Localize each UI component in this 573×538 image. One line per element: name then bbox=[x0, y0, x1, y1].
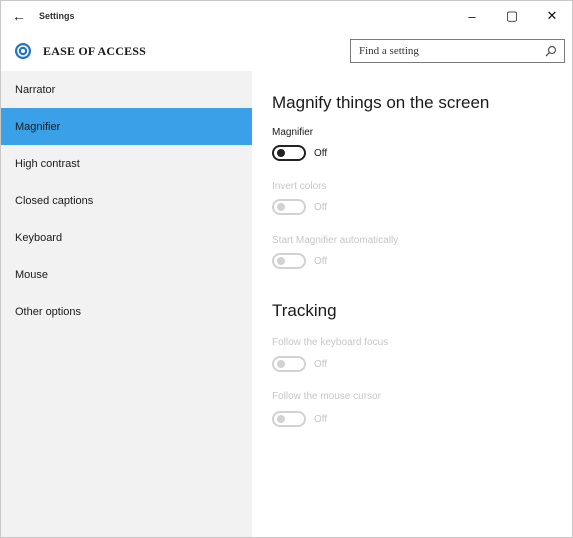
sidebar-item-narrator[interactable]: Narrator bbox=[1, 71, 252, 108]
toggle-knob bbox=[277, 257, 285, 265]
magnifier-toggle[interactable] bbox=[272, 145, 306, 161]
ease-of-access-gear-icon bbox=[15, 43, 31, 59]
page-header: EASE OF ACCESS bbox=[1, 31, 572, 71]
start-auto-toggle-row: Off bbox=[272, 253, 327, 269]
window-title: Settings bbox=[39, 11, 75, 21]
sidebar-item-label: Mouse bbox=[15, 268, 49, 281]
invert-colors-toggle[interactable] bbox=[272, 199, 306, 215]
toggle-knob bbox=[277, 149, 285, 157]
minimize-icon: – bbox=[468, 8, 476, 24]
settings-window: ← Settings – ▢ ✕ EASE OF ACCESS Find a s… bbox=[0, 0, 573, 538]
mouse-cursor-label: Follow the mouse cursor bbox=[272, 391, 381, 402]
keyboard-focus-toggle-state: Off bbox=[314, 358, 328, 370]
toggle-knob bbox=[277, 360, 285, 368]
invert-colors-toggle-state: Off bbox=[314, 201, 328, 213]
sidebar-item-label: Narrator bbox=[15, 83, 56, 96]
sidebar-item-closed-captions[interactable]: Closed captions bbox=[1, 182, 252, 219]
mouse-cursor-toggle-row: Off bbox=[272, 411, 327, 427]
back-arrow-icon: ← bbox=[12, 8, 26, 24]
close-button[interactable]: ✕ bbox=[532, 1, 572, 31]
toggle-knob bbox=[277, 415, 285, 423]
sidebar: Narrator Magnifier High contrast Closed … bbox=[1, 71, 252, 537]
sidebar-item-mouse[interactable]: Mouse bbox=[1, 256, 252, 293]
maximize-button[interactable]: ▢ bbox=[492, 1, 532, 31]
sidebar-item-label: Closed captions bbox=[15, 194, 94, 207]
sidebar-item-keyboard[interactable]: Keyboard bbox=[1, 219, 252, 256]
mouse-cursor-toggle[interactable] bbox=[272, 411, 306, 427]
sidebar-item-label: Keyboard bbox=[15, 231, 63, 244]
page-title: EASE OF ACCESS bbox=[43, 44, 147, 58]
search-icon[interactable] bbox=[544, 44, 558, 58]
sidebar-item-label: Other options bbox=[15, 305, 82, 318]
sidebar-item-label: Magnifier bbox=[15, 120, 61, 133]
invert-colors-toggle-row: Off bbox=[272, 199, 327, 215]
title-bar: ← Settings – ▢ ✕ bbox=[1, 1, 572, 31]
close-icon: ✕ bbox=[546, 8, 558, 23]
window-controls: – ▢ ✕ bbox=[452, 1, 572, 31]
sidebar-item-label: High contrast bbox=[15, 157, 80, 170]
keyboard-focus-label: Follow the keyboard focus bbox=[272, 337, 389, 348]
mouse-cursor-toggle-state: Off bbox=[314, 413, 328, 425]
sidebar-item-magnifier[interactable]: Magnifier bbox=[1, 108, 252, 145]
invert-colors-label: Invert colors bbox=[272, 181, 327, 192]
keyboard-focus-toggle-row: Off bbox=[272, 356, 327, 372]
search-input[interactable] bbox=[351, 41, 531, 61]
magnifier-toggle-row: Off bbox=[272, 145, 327, 161]
maximize-icon: ▢ bbox=[505, 8, 519, 23]
start-auto-toggle[interactable] bbox=[272, 253, 306, 269]
search-box[interactable] bbox=[350, 39, 565, 63]
start-auto-toggle-state: Off bbox=[314, 255, 328, 267]
magnifier-toggle-state: Off bbox=[314, 147, 328, 159]
sidebar-item-other-options[interactable]: Other options bbox=[1, 293, 252, 330]
keyboard-focus-toggle[interactable] bbox=[272, 356, 306, 372]
tracking-section-heading: Tracking bbox=[272, 301, 337, 320]
back-button[interactable]: ← bbox=[5, 3, 33, 29]
start-auto-label: Start Magnifier automatically bbox=[272, 235, 399, 246]
magnify-section-heading: Magnify things on the screen bbox=[272, 93, 490, 112]
minimize-button[interactable]: – bbox=[452, 1, 492, 31]
sidebar-item-high-contrast[interactable]: High contrast bbox=[1, 145, 252, 182]
toggle-knob bbox=[277, 203, 285, 211]
main-content: Magnify things on the screen Magnifier O… bbox=[252, 71, 572, 537]
magnifier-label: Magnifier bbox=[272, 127, 314, 138]
